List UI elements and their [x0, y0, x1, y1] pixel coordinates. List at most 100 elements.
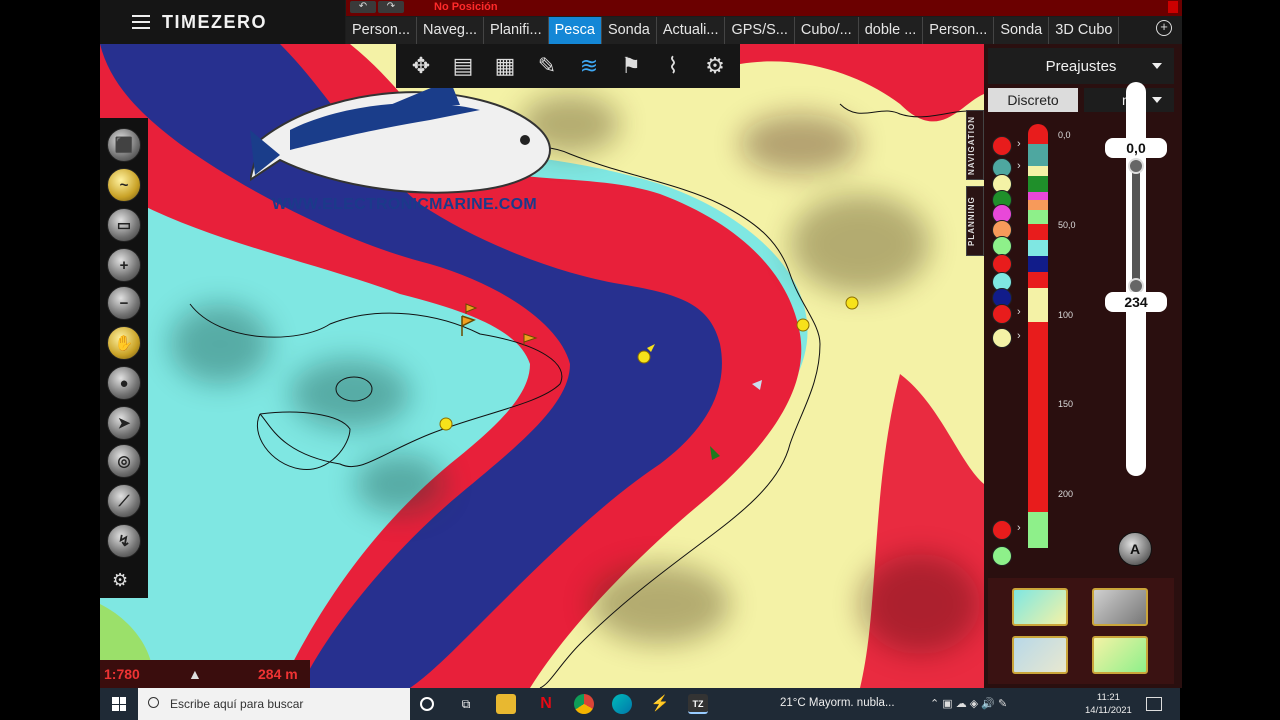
thumb-contours[interactable] — [1012, 636, 1068, 674]
side-tabs: NAVIGATION PLANNING — [966, 110, 984, 260]
chevron-down-icon — [1152, 63, 1162, 69]
slider-min-value[interactable]: 0,0 — [1105, 138, 1167, 158]
tab-actualizacion[interactable]: Actuali... — [656, 17, 726, 44]
pointer-icon[interactable]: ⬛ — [107, 128, 141, 162]
left-toolbar: ⬛ ~ ▭ + − ✋ ● ➤ ◎ ⟋ ↯ ⚙ — [100, 118, 148, 598]
measure-icon[interactable]: ⟋ — [107, 484, 141, 518]
tab-sonda-1[interactable]: Sonda — [601, 17, 657, 44]
workspace-tabs: Person... Naveg... Planifi... Pesca Sond… — [346, 17, 1120, 44]
add-tab-icon[interactable]: + — [1156, 20, 1172, 36]
route-icon[interactable]: ↯ — [107, 524, 141, 558]
tab-personal-2[interactable]: Person... — [923, 17, 995, 44]
depth-label: 150 — [1058, 399, 1074, 409]
chevron-right-icon[interactable]: › — [1017, 306, 1021, 318]
compass-rose-icon[interactable]: ✥ — [403, 48, 439, 84]
thumb-chart[interactable] — [1092, 636, 1148, 674]
tab-3d-cubo[interactable]: 3D Cubo — [1049, 17, 1120, 44]
sounder-icon[interactable]: ≋ — [571, 48, 607, 84]
status-strip: ↶ ↷ No Posición — [346, 0, 1182, 16]
chart-grid-icon[interactable]: ▦ — [487, 48, 523, 84]
chevron-down-icon — [1152, 97, 1162, 103]
marks-icon[interactable]: ⚑ — [613, 48, 649, 84]
depth-label: 200 — [1058, 489, 1074, 499]
color-swatch[interactable] — [992, 236, 1012, 256]
thumb-shading[interactable] — [1012, 588, 1068, 626]
date: 14/11/2021 — [1085, 705, 1132, 716]
depth-icon[interactable]: ▭ — [107, 208, 141, 242]
tab-pesca[interactable]: Pesca — [548, 17, 602, 44]
route-pen-icon[interactable]: ✎ — [529, 48, 565, 84]
depth-color-bar — [1028, 124, 1048, 568]
notification-icon[interactable] — [1146, 697, 1162, 711]
clock[interactable]: 11:21 14/11/2021 — [1085, 691, 1132, 717]
pan-hand-icon[interactable]: ✋ — [107, 326, 141, 360]
tab-navegacion[interactable]: Naveg... — [417, 17, 485, 44]
depth-label: 50,0 — [1058, 220, 1076, 230]
windows-icon — [112, 697, 126, 711]
chrome-icon[interactable] — [574, 694, 594, 714]
rotate-icon[interactable]: ➤ — [107, 406, 141, 440]
tab-personal-1[interactable]: Person... — [346, 17, 418, 44]
brand-area: TIMEZERO — [100, 0, 345, 44]
close-icon[interactable] — [1168, 1, 1178, 13]
auto-button[interactable]: A — [1118, 532, 1152, 566]
cortana-icon[interactable] — [420, 697, 434, 711]
color-swatch[interactable] — [992, 328, 1012, 348]
color-swatch[interactable] — [992, 546, 1012, 566]
timezero-window: TIMEZERO ↶ ↷ No Posición Person... Naveg… — [100, 0, 1182, 688]
title-bar: TIMEZERO ↶ ↷ No Posición Person... Naveg… — [100, 0, 1182, 44]
plan-route-icon[interactable]: ⌇ — [655, 48, 691, 84]
map-toolbar: ✥ ▤ ▦ ✎ ≋ ⚑ ⌇ ⚙ — [396, 44, 740, 88]
slider-range — [1132, 166, 1140, 284]
task-view-icon[interactable]: ⧉ — [456, 694, 476, 714]
logo-url: WWW.ELECTRONICMARINE.COM — [272, 196, 537, 213]
edge-icon[interactable] — [612, 694, 632, 714]
tab-doble[interactable]: doble ... — [858, 17, 924, 44]
mode-button[interactable]: Discreto — [988, 88, 1078, 112]
north-arrow-icon[interactable]: ▲ — [188, 666, 202, 682]
color-swatch[interactable] — [992, 136, 1012, 156]
layers-icon[interactable]: ▤ — [445, 48, 481, 84]
scale-bar: 1:780 ▲ 284 m — [100, 660, 310, 688]
zoom-out-icon[interactable]: − — [107, 286, 141, 320]
tab-navigation[interactable]: NAVIGATION — [966, 110, 984, 180]
presets-dropdown[interactable]: Preajustes — [988, 48, 1174, 84]
scale-distance: 284 m — [258, 666, 298, 682]
tab-planning[interactable]: PLANNING — [966, 186, 984, 256]
slider-max-value[interactable]: 234 — [1105, 292, 1167, 312]
tide-icon[interactable]: ~ — [107, 168, 141, 202]
depth-label: 100 — [1058, 310, 1074, 320]
chevron-right-icon[interactable]: › — [1017, 330, 1021, 342]
slider-top-handle[interactable] — [1128, 158, 1144, 174]
undo-icon[interactable]: ↶ — [350, 1, 376, 13]
redo-icon[interactable]: ↷ — [378, 1, 404, 13]
center-icon[interactable]: ● — [107, 366, 141, 400]
system-tray-icons[interactable]: ⌃ ▣ ☁ ◈ 🔊 ✎ — [930, 697, 1007, 710]
time: 11:21 — [1096, 692, 1120, 703]
compass-icon[interactable]: ◎ — [107, 444, 141, 478]
menu-icon[interactable] — [132, 15, 150, 29]
search-icon — [148, 697, 159, 708]
netflix-icon[interactable]: N — [536, 694, 556, 714]
settings-icon[interactable]: ⚙ — [112, 570, 128, 591]
tab-planificacion[interactable]: Planifi... — [484, 17, 549, 44]
tab-sonda-2[interactable]: Sonda — [994, 17, 1050, 44]
thumb-relief[interactable] — [1092, 588, 1148, 626]
tab-cubo[interactable]: Cubo/... — [794, 17, 859, 44]
scale-ratio: 1:780 — [104, 666, 140, 682]
start-button[interactable] — [100, 688, 138, 720]
chevron-right-icon[interactable]: › — [1017, 160, 1021, 172]
tab-gps[interactable]: GPS/S... — [725, 17, 795, 44]
color-swatch[interactable] — [992, 304, 1012, 324]
weather-widget[interactable]: 21°C Mayorm. nubla... — [780, 697, 895, 709]
chevron-right-icon[interactable]: › — [1017, 138, 1021, 150]
timezero-taskbar-icon[interactable]: TZ — [688, 694, 708, 714]
bolt-app-icon[interactable]: ⚡ — [650, 694, 670, 714]
taskbar-search[interactable]: Escribe aquí para buscar — [138, 688, 410, 720]
file-explorer-icon[interactable] — [496, 694, 516, 714]
color-swatch[interactable] — [992, 520, 1012, 540]
chevron-right-icon[interactable]: › — [1017, 522, 1021, 534]
settings-lock-icon[interactable]: ⚙ — [697, 48, 733, 84]
color-swatch[interactable] — [992, 254, 1012, 274]
zoom-in-icon[interactable]: + — [107, 248, 141, 282]
